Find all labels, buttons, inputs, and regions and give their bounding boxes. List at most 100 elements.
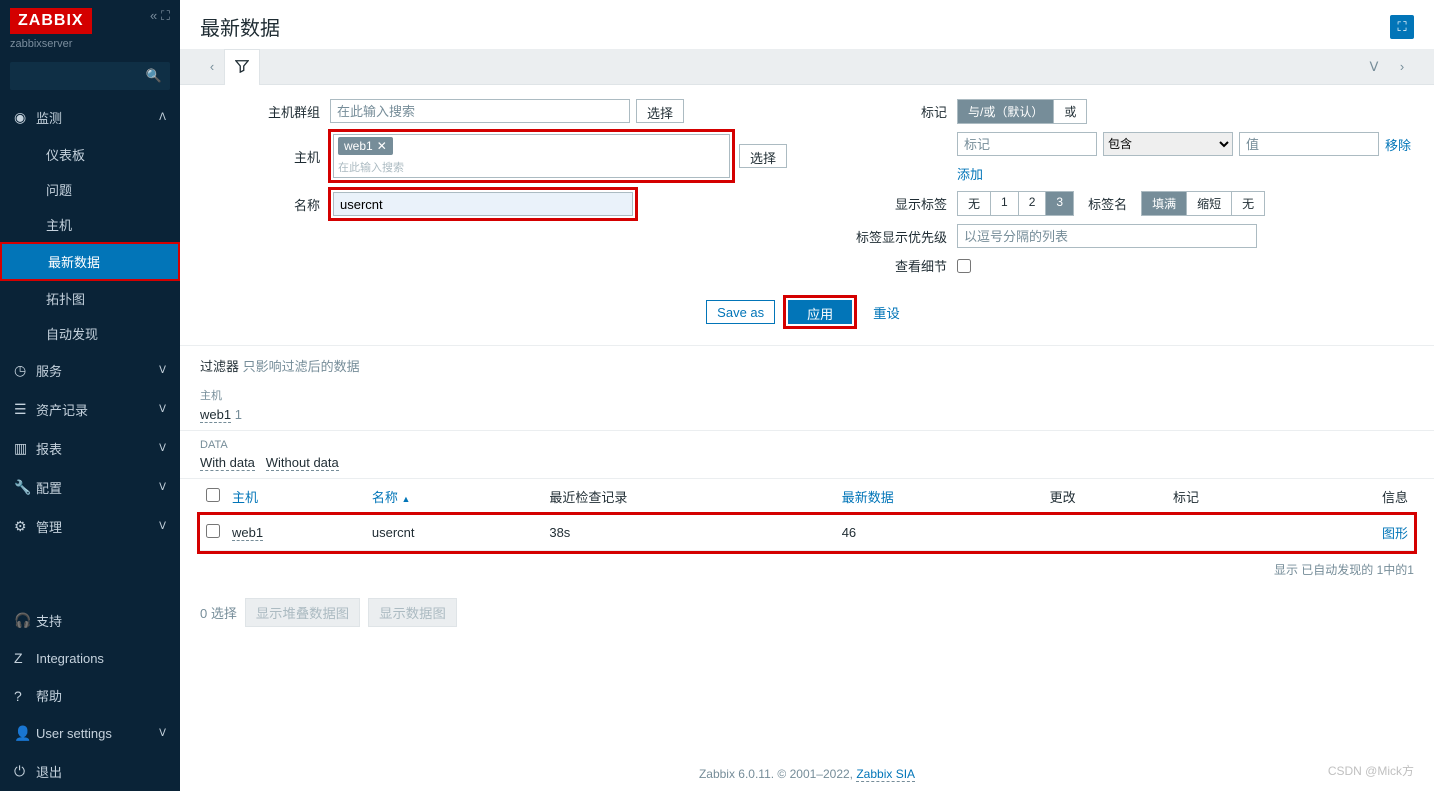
nav-monitor[interactable]: ◉ 监测 ᐱ: [0, 98, 180, 137]
show-tags-2[interactable]: 2: [1019, 192, 1047, 215]
tab-collapse[interactable]: ᐯ: [1362, 59, 1386, 75]
page-title: 最新数据: [200, 12, 280, 41]
nav-config[interactable]: 🔧配置ᐯ: [0, 468, 180, 507]
collapse-icon[interactable]: «: [150, 8, 157, 23]
reset-button[interactable]: 重设: [865, 300, 908, 325]
tags-andor-group: 与/或（默认） 或: [957, 99, 1087, 124]
tab-prev[interactable]: ‹: [200, 59, 224, 74]
show-tags-3[interactable]: 3: [1046, 192, 1073, 215]
tag-name-mode-label: 标签名: [1088, 194, 1127, 213]
host-group-input[interactable]: [330, 99, 630, 123]
footer-link[interactable]: Zabbix SIA: [856, 767, 915, 782]
filter-info-note: 只影响过滤后的数据: [243, 359, 360, 374]
filter-icon: [235, 59, 249, 76]
save-as-button[interactable]: Save as: [706, 300, 775, 324]
nav-discovery[interactable]: 自动发现: [0, 316, 180, 351]
col-change: 更改: [1044, 479, 1167, 515]
search-input[interactable]: 🔍: [10, 62, 170, 90]
tags-or[interactable]: 或: [1054, 100, 1086, 123]
chevron-down-icon: ᐯ: [159, 365, 166, 376]
tag-name-full[interactable]: 填满: [1142, 192, 1187, 215]
col-last-check: 最近检查记录: [543, 479, 835, 515]
tag-op-select[interactable]: 包含: [1103, 132, 1233, 156]
logo[interactable]: ZABBIX: [10, 8, 92, 34]
tag-value-input[interactable]: [1239, 132, 1379, 156]
col-name[interactable]: 名称 ▲: [366, 479, 543, 515]
host-select-btn[interactable]: 选择: [739, 144, 787, 168]
result-footer: 显示 已自动发现的 1中的1: [180, 551, 1434, 588]
without-data-link[interactable]: Without data: [266, 455, 339, 471]
expand-icon[interactable]: ⛶: [161, 8, 170, 23]
col-last-data[interactable]: 最新数据: [836, 479, 1044, 515]
nav-support[interactable]: 🎧支持: [0, 601, 180, 640]
nav-service[interactable]: ◷服务ᐯ: [0, 351, 180, 390]
host-group-select-btn[interactable]: 选择: [636, 99, 684, 123]
tag-add-link[interactable]: 添加: [957, 164, 983, 183]
nav-logout[interactable]: ⏻退出: [0, 752, 180, 791]
host-group-label: 主机群组: [200, 102, 330, 121]
show-details-checkbox[interactable]: [957, 259, 971, 273]
host-section-label: 主机: [200, 387, 1414, 403]
search-icon: 🔍: [146, 68, 162, 84]
chevron-down-icon: ᐯ: [159, 482, 166, 493]
watermark: CSDN @Mick方: [1328, 762, 1414, 779]
show-tags-none[interactable]: 无: [958, 192, 991, 215]
tag-remove-link[interactable]: 移除: [1385, 135, 1411, 154]
tag-name-short[interactable]: 缩短: [1187, 192, 1232, 215]
headset-icon: 🎧: [14, 612, 36, 629]
nav-dashboard[interactable]: 仪表板: [0, 137, 180, 172]
with-data-link[interactable]: With data: [200, 455, 255, 471]
nav-hosts[interactable]: 主机: [0, 207, 180, 242]
show-tags-label: 显示标签: [827, 194, 957, 213]
tab-filter[interactable]: [224, 49, 260, 85]
chevron-down-icon: ᐯ: [159, 404, 166, 415]
select-all-checkbox[interactable]: [206, 488, 220, 502]
list-icon: ☰: [14, 401, 36, 418]
nav-user[interactable]: 👤User settingsᐯ: [0, 715, 180, 752]
host-section-count: 1: [235, 407, 242, 422]
tag-name-none[interactable]: 无: [1232, 192, 1264, 215]
stacked-graph-button: 显示堆叠数据图: [245, 598, 360, 627]
question-icon: ?: [14, 688, 36, 704]
col-tags: 标记: [1167, 479, 1290, 515]
nav-help[interactable]: ?帮助: [0, 676, 180, 715]
nav-report[interactable]: ▥报表ᐯ: [0, 429, 180, 468]
tags-andor[interactable]: 与/或（默认）: [958, 100, 1054, 123]
data-section-label: DATA: [200, 439, 1414, 451]
sidebar: ZABBIX « ⛶ zabbixserver 🔍 ◉ 监测 ᐱ 仪表板 问题 …: [0, 0, 180, 791]
chevron-up-icon: ᐱ: [159, 112, 166, 123]
nav-integrations[interactable]: ZIntegrations: [0, 640, 180, 676]
name-label: 名称: [200, 195, 330, 214]
nav-latest-data-wrap: 最新数据: [0, 242, 180, 281]
row-last-data: 46: [836, 515, 1044, 551]
row-checkbox[interactable]: [206, 524, 220, 538]
fullscreen-button[interactable]: ⛶: [1390, 15, 1414, 39]
tag-priority-input[interactable]: [957, 224, 1257, 248]
nav-manage[interactable]: ⚙管理ᐯ: [0, 507, 180, 546]
host-section-host[interactable]: web1: [200, 407, 231, 423]
table-row: web1 usercnt 38s 46 图形: [200, 515, 1414, 551]
nav-problems[interactable]: 问题: [0, 172, 180, 207]
nav-maps[interactable]: 拓扑图: [0, 281, 180, 316]
tag-name-mode-group: 填满 缩短 无: [1141, 191, 1265, 216]
gear-icon: ⚙: [14, 518, 36, 535]
tab-next[interactable]: ›: [1390, 59, 1414, 75]
row-graph-link[interactable]: 图形: [1382, 526, 1408, 541]
filter-info-label: 过滤器: [200, 359, 239, 374]
host-tag[interactable]: web1 ✕: [338, 137, 393, 155]
tags-label: 标记: [827, 102, 957, 121]
nav-latest-data[interactable]: 最新数据: [0, 242, 180, 281]
show-details-label: 查看细节: [827, 256, 957, 275]
row-host[interactable]: web1: [232, 525, 263, 541]
data-table: 主机 名称 ▲ 最近检查记录 最新数据 更改 标记 信息 web1 usercn…: [200, 479, 1414, 551]
tag-name-input[interactable]: [957, 132, 1097, 156]
data-graph-button: 显示数据图: [368, 598, 457, 627]
name-input[interactable]: [333, 192, 633, 216]
close-icon[interactable]: ✕: [377, 139, 387, 153]
apply-button[interactable]: 应用: [788, 300, 852, 324]
chart-icon: ▥: [14, 440, 36, 457]
chevron-down-icon: ᐯ: [159, 728, 166, 739]
show-tags-1[interactable]: 1: [991, 192, 1019, 215]
nav-asset[interactable]: ☰资产记录ᐯ: [0, 390, 180, 429]
col-host[interactable]: 主机: [226, 479, 366, 515]
